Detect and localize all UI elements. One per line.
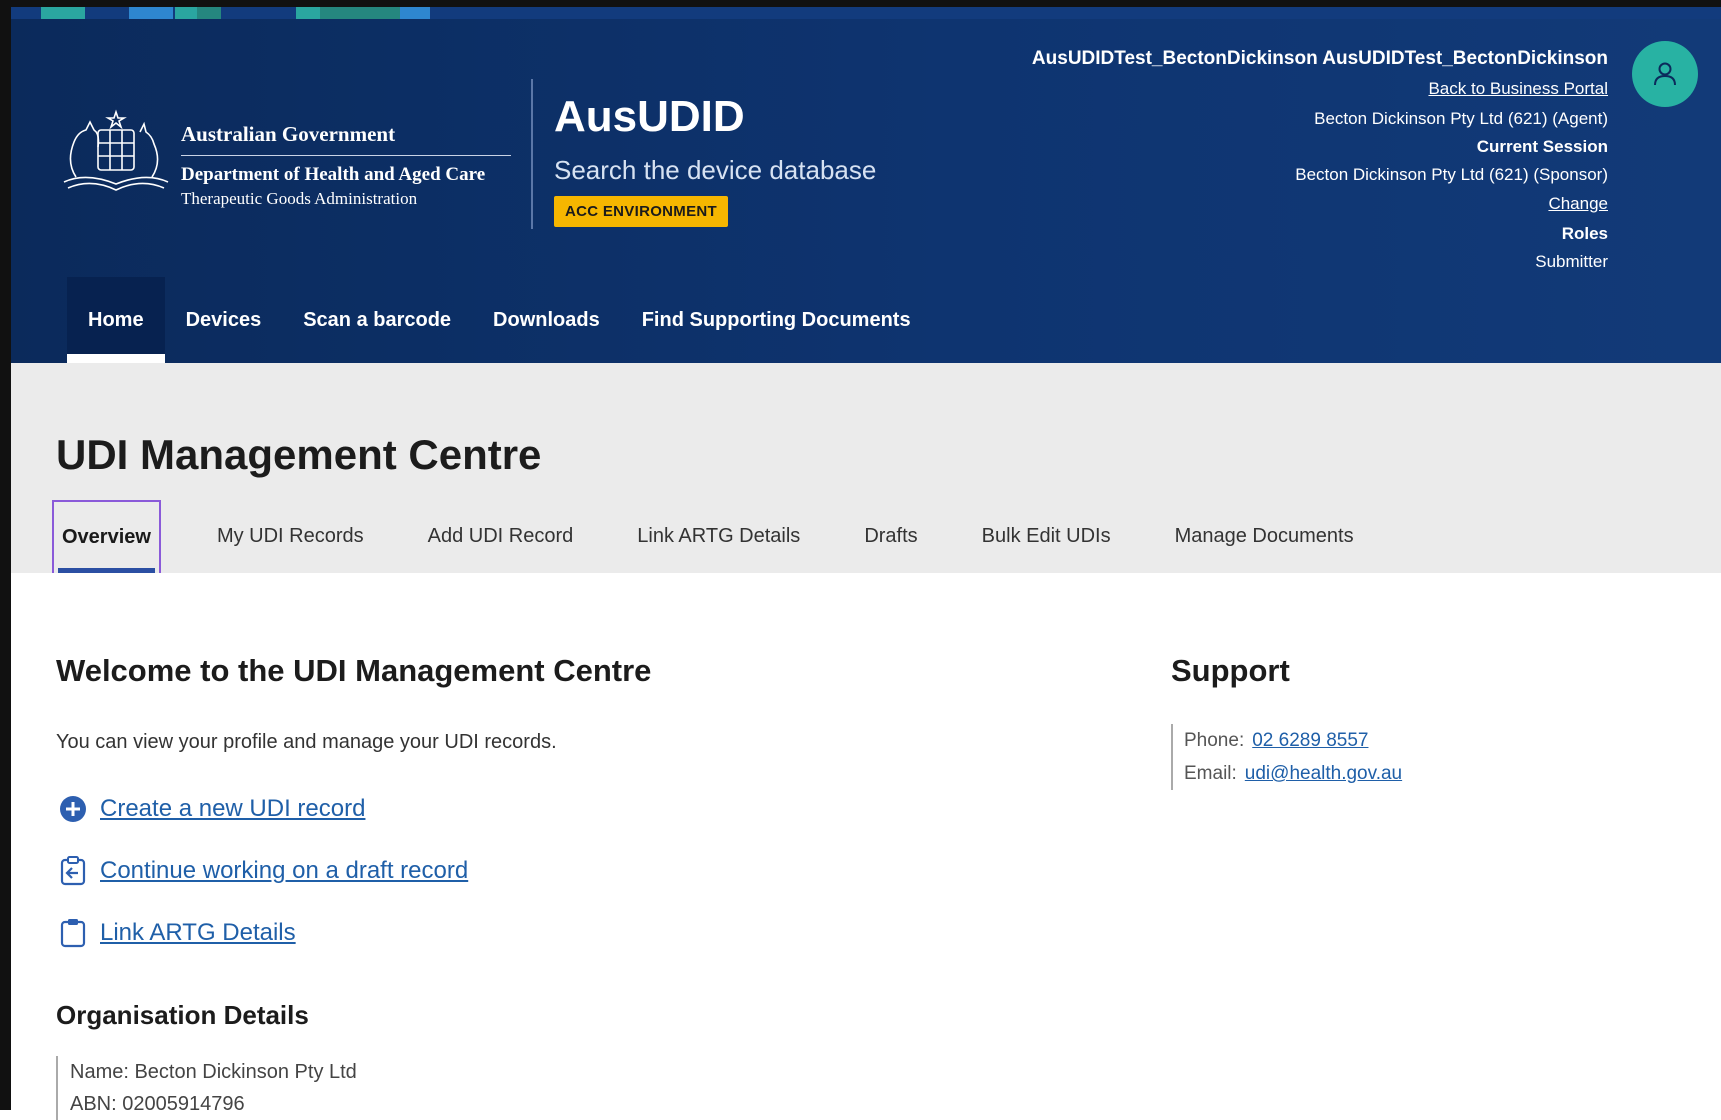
tab-overview[interactable]: Overview <box>52 500 161 573</box>
nav-home[interactable]: Home <box>67 277 165 363</box>
user-icon <box>1654 62 1676 86</box>
decorative-stripe <box>11 7 1721 19</box>
user-org: Becton Dickinson Pty Ltd (621) (Agent) <box>1314 109 1608 128</box>
welcome-heading: Welcome to the UDI Management Centre <box>56 653 652 688</box>
org-name-value: Becton Dickinson Pty Ltd <box>134 1061 357 1083</box>
roles-label: Roles <box>1561 224 1608 243</box>
org-name-row: Name: Becton Dickinson Pty Ltd <box>70 1056 357 1088</box>
government-branding: Australian Government Department of Heal… <box>181 122 511 209</box>
session-value: Becton Dickinson Pty Ltd (621) (Sponsor) <box>1295 165 1608 184</box>
nav-scan-barcode[interactable]: Scan a barcode <box>282 277 472 363</box>
tab-add-udi-record[interactable]: Add UDI Record <box>396 500 606 573</box>
header-divider <box>531 79 533 229</box>
app-name[interactable]: AusUDID <box>554 92 745 142</box>
org-name-label: Name: <box>70 1061 129 1083</box>
environment-badge: ACC ENVIRONMENT <box>554 196 729 227</box>
link-artg-link[interactable]: Link ARTG Details <box>100 919 296 947</box>
gov-title: Australian Government <box>181 122 511 156</box>
site-header: Australian Government Department of Heal… <box>11 7 1721 363</box>
coat-of-arms-icon <box>63 109 169 191</box>
app-subtitle: Search the device database <box>554 155 877 185</box>
tab-drafts[interactable]: Drafts <box>832 500 949 573</box>
plus-circle-icon <box>58 794 88 824</box>
link-artg-action: Link ARTG Details <box>58 918 296 948</box>
agency-name: Therapeutic Goods Administration <box>181 189 418 208</box>
tab-bulk-edit-udis[interactable]: Bulk Edit UDIs <box>950 500 1143 573</box>
user-name: AusUDIDTest_BectonDickinson AusUDIDTest_… <box>1031 48 1608 69</box>
org-abn-row: ABN: 02005914796 <box>70 1093 245 1115</box>
email-label: Email: <box>1184 763 1237 784</box>
org-details-list: Name: Becton Dickinson Pty Ltd ABN: 0200… <box>56 1056 357 1120</box>
create-record-action: Create a new UDI record <box>58 794 365 824</box>
department-name: Department of Health and Aged Care <box>181 164 486 185</box>
clipboard-icon <box>58 918 88 948</box>
org-details-heading: Organisation Details <box>56 1000 309 1030</box>
page-title: UDI Management Centre <box>56 431 542 478</box>
intro-text: You can view your profile and manage you… <box>56 731 557 753</box>
support-contacts: Phone: 02 6289 8557 Email: udi@health.gov.… <box>1171 724 1402 790</box>
session-label: Current Session <box>1476 137 1608 156</box>
continue-draft-action: Continue working on a draft record <box>58 856 468 886</box>
nav-find-supporting-documents[interactable]: Find Supporting Documents <box>621 277 932 363</box>
nav-devices[interactable]: Devices <box>165 277 283 363</box>
clipboard-return-icon <box>58 856 88 886</box>
main-nav: Home Devices Scan a barcode Downloads Fi… <box>67 277 932 363</box>
tab-bar: Overview My UDI Records Add UDI Record L… <box>52 500 1386 573</box>
tab-link-artg-details[interactable]: Link ARTG Details <box>605 500 832 573</box>
create-record-link[interactable]: Create a new UDI record <box>100 795 365 823</box>
avatar[interactable] <box>1632 41 1698 107</box>
support-phone-row: Phone: 02 6289 8557 <box>1184 724 1402 757</box>
roles-value: Submitter <box>1535 252 1608 271</box>
support-email-row: Email: udi@health.gov.au <box>1184 757 1402 790</box>
phone-link[interactable]: 02 6289 8557 <box>1252 730 1368 751</box>
tab-my-udi-records[interactable]: My UDI Records <box>185 500 396 573</box>
nav-downloads[interactable]: Downloads <box>472 277 621 363</box>
phone-label: Phone: <box>1184 730 1245 751</box>
support-heading: Support <box>1171 653 1290 688</box>
change-session-link[interactable]: Change <box>1032 194 1608 214</box>
back-to-portal-link[interactable]: Back to Business Portal <box>1032 79 1608 99</box>
email-link[interactable]: udi@health.gov.au <box>1245 763 1402 784</box>
user-panel: AusUDIDTest_BectonDickinson AusUDIDTest_… <box>1032 49 1608 270</box>
continue-draft-link[interactable]: Continue working on a draft record <box>100 857 468 885</box>
tab-manage-documents[interactable]: Manage Documents <box>1143 500 1386 573</box>
